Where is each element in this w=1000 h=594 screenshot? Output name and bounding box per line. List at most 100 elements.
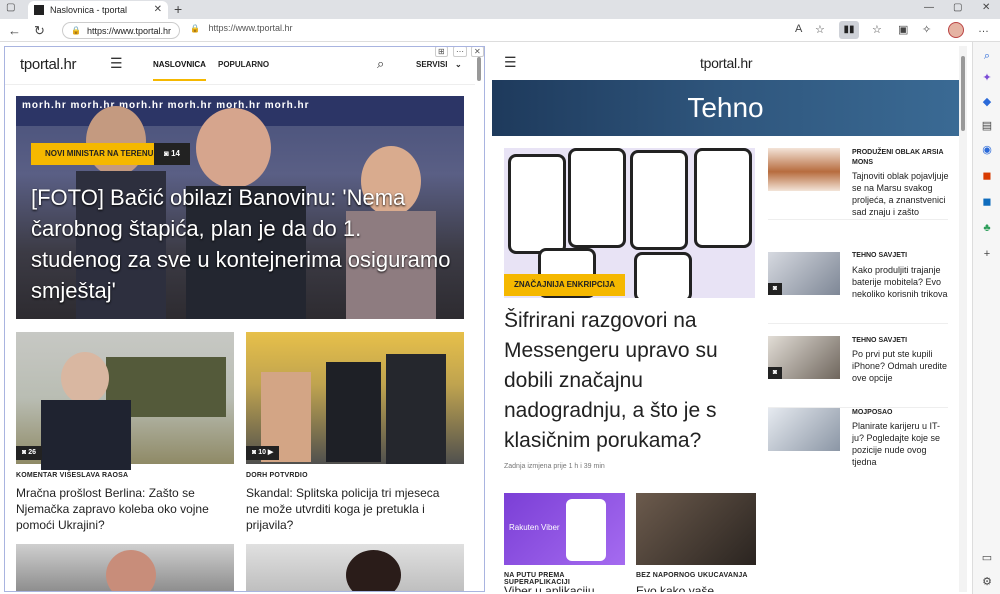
address-bar: ← ↻ 🔒 https://www.tportal.hr 🔒 https://w… — [0, 19, 1000, 42]
lock-icon: 🔒 — [190, 24, 200, 33]
phone-graphic — [694, 148, 752, 248]
viber-brand: Rakuten Viber — [509, 523, 560, 532]
url-text: https://www.tportal.hr — [86, 25, 172, 36]
main-article-tag[interactable]: ZNAČAJNIJA ENKRIPCIJA — [504, 274, 626, 296]
article-thumbnail — [768, 148, 840, 191]
sidebar-layout-icon[interactable]: ▭ — [981, 552, 993, 564]
site-logo[interactable]: tportal.hr — [20, 56, 77, 73]
left-pane: ⊞ ⋯ ✕ tportal.hr ☰ NASLOVNICA POPULARNO … — [4, 46, 485, 592]
police-officer — [326, 362, 381, 462]
close-tab-icon[interactable]: ✕ — [154, 4, 162, 15]
article-thumbnail: ◙ — [768, 252, 840, 295]
hero-article[interactable]: morh.hr morh.hr morh.hr morh.hr morh.hr … — [16, 96, 464, 319]
hero-person — [196, 108, 271, 188]
url-input-right[interactable]: 🔒 https://www.tportal.hr — [190, 23, 293, 33]
side-article[interactable]: ◙ TEHNO SAVJETI Kako produljiti trajanje… — [768, 252, 948, 324]
article-title[interactable]: Evo kako vaše — [636, 583, 714, 592]
side-article[interactable]: MOJPOSAO Planirate karijeru u IT-ju? Pog… — [768, 408, 948, 488]
article-card[interactable]: Rakuten Viber NA PUTU PREMA SUPERAPLIKAC… — [504, 493, 625, 592]
back-icon[interactable]: ← — [8, 23, 21, 38]
article-thumbnail: ◙ — [768, 336, 840, 379]
camera-icon: ◙ — [768, 283, 782, 295]
profile-avatar[interactable] — [948, 22, 964, 38]
tab-naslovnica[interactable]: Naslovnica - tportal ✕ — [28, 1, 168, 19]
nav-servisi[interactable]: SERVISI — [416, 60, 447, 69]
scrollbar[interactable] — [477, 57, 481, 81]
photo-count-badge: ◙ 14 — [154, 143, 190, 165]
tportal-favicon-icon — [34, 5, 44, 15]
refresh-icon[interactable]: ↻ — [34, 23, 45, 39]
person-hair — [346, 550, 401, 591]
article-image — [16, 332, 234, 470]
article-title[interactable]: Po prvi put ste kupili iPhone? Odmah ure… — [852, 348, 952, 384]
section-title: Tehno — [492, 80, 959, 136]
split-screen-icon[interactable]: ▮▮ — [839, 21, 859, 39]
article-title[interactable]: Planirate karijeru u IT-ju? Pogledajte k… — [852, 420, 952, 468]
hero-title[interactable]: [FOTO] Bačić obilazi Banovinu: 'Nema čar… — [31, 182, 456, 306]
add-favorite-icon[interactable]: ☆ — [815, 23, 825, 36]
person-face — [61, 352, 109, 404]
article-kicker: BEZ NAPORNOG UKUCAVANJA — [636, 572, 748, 579]
add-sidebar-app-icon[interactable]: + — [981, 248, 993, 260]
tab-bar: ▢ Naslovnica - tportal ✕ + — ▢ ✕ — [0, 0, 1000, 19]
shopping-icon[interactable]: ◆ — [981, 96, 993, 108]
nav-naslovnica[interactable]: NASLOVNICA — [153, 60, 206, 81]
photo-count: 14 — [171, 149, 180, 158]
article-title[interactable]: Tajnoviti oblak pojavljuje se na Marsu s… — [852, 170, 952, 218]
close-window-icon[interactable]: ✕ — [982, 2, 990, 13]
tools-icon[interactable]: ▤ — [981, 120, 993, 132]
search-icon[interactable]: ⌕ — [377, 56, 384, 72]
favorites-icon[interactable]: ☆ — [872, 23, 882, 36]
games-icon[interactable]: ♣ — [981, 222, 993, 234]
scrollbar-thumb[interactable] — [961, 56, 965, 131]
photo-count-badge: ◙ 26 — [16, 446, 42, 460]
side-article[interactable]: ◙ TEHNO SAVJETI Po prvi put ste kupili i… — [768, 336, 948, 408]
article-kicker: PRODUŽENI OBLAK ARSIA MONS — [852, 149, 944, 166]
person-face — [106, 550, 156, 591]
site-logo[interactable]: tportal.hr — [700, 55, 753, 71]
side-article[interactable]: PRODUŽENI OBLAK ARSIA MONS Tajnoviti obl… — [768, 148, 949, 220]
article-title[interactable]: Mračna prošlost Berlina: Zašto se Njemač… — [16, 485, 221, 533]
new-tab-icon[interactable]: + — [174, 1, 182, 17]
phone-graphic — [508, 154, 566, 254]
article-card[interactable] — [246, 544, 464, 591]
collections-icon[interactable]: ▣ — [898, 23, 908, 36]
article-title[interactable]: Viber u aplikaciju — [504, 583, 595, 592]
window-menu-icon[interactable]: ▢ — [6, 2, 15, 13]
phone-graphic — [630, 150, 688, 250]
article-title[interactable]: Skandal: Splitska policija tri mjeseca n… — [246, 485, 456, 533]
copilot-icon[interactable]: ✦ — [981, 72, 993, 84]
phone-graphic — [566, 499, 606, 561]
menu-icon[interactable]: ☰ — [110, 55, 123, 72]
office-icon[interactable]: ◼ — [981, 170, 993, 182]
outlook-icon[interactable]: ◼ — [981, 196, 993, 208]
search-icon[interactable]: ⌕ — [981, 50, 993, 62]
person-suit — [41, 400, 131, 470]
more-options-icon[interactable]: … — [978, 23, 989, 35]
article-kicker: MOJPOSAO — [852, 409, 893, 416]
article-card[interactable]: BEZ NAPORNOG UKUCAVANJA Evo kako vaše — [636, 493, 756, 592]
article-image — [246, 332, 464, 464]
menu-icon[interactable]: ☰ — [504, 54, 517, 71]
settings-gear-icon[interactable]: ⚙ — [981, 576, 993, 588]
main-article-title[interactable]: Šifrirani razgovori na Messengeru upravo… — [504, 306, 754, 456]
extensions-icon[interactable]: ✧ — [922, 23, 931, 36]
article-card[interactable]: ◙ 10 ▶ DORH POTVRDIO Skandal: Splitska p… — [246, 332, 464, 542]
site-header-left: tportal.hr ☰ NASLOVNICA POPULARNO ⌕ SERV… — [5, 47, 481, 85]
photo-count: 10 — [258, 449, 266, 456]
article-card[interactable]: ◙ 26 KOMENTAR VIŠESLAVA RAOSA Mračna pro… — [16, 332, 234, 542]
read-aloud-icon[interactable]: A — [795, 23, 802, 35]
nav-popularno[interactable]: POPULARNO — [218, 60, 269, 69]
people-icon[interactable]: ◉ — [981, 144, 993, 156]
chevron-down-icon[interactable]: ⌄ — [455, 60, 462, 69]
hero-tag[interactable]: NOVI MINISTAR NA TERENU — [31, 143, 168, 165]
scrollbar[interactable] — [959, 46, 967, 592]
phone-graphic — [568, 148, 626, 248]
url-input-left[interactable]: 🔒 https://www.tportal.hr — [62, 22, 180, 39]
video-count-badge: ◙ 10 ▶ — [246, 446, 280, 460]
article-card[interactable] — [16, 544, 234, 591]
article-title[interactable]: Kako produljiti trajanje baterije mobite… — [852, 264, 952, 300]
maximize-icon[interactable]: ▢ — [953, 2, 962, 13]
article-image: Rakuten Viber — [504, 493, 625, 565]
minimize-icon[interactable]: — — [924, 2, 934, 13]
